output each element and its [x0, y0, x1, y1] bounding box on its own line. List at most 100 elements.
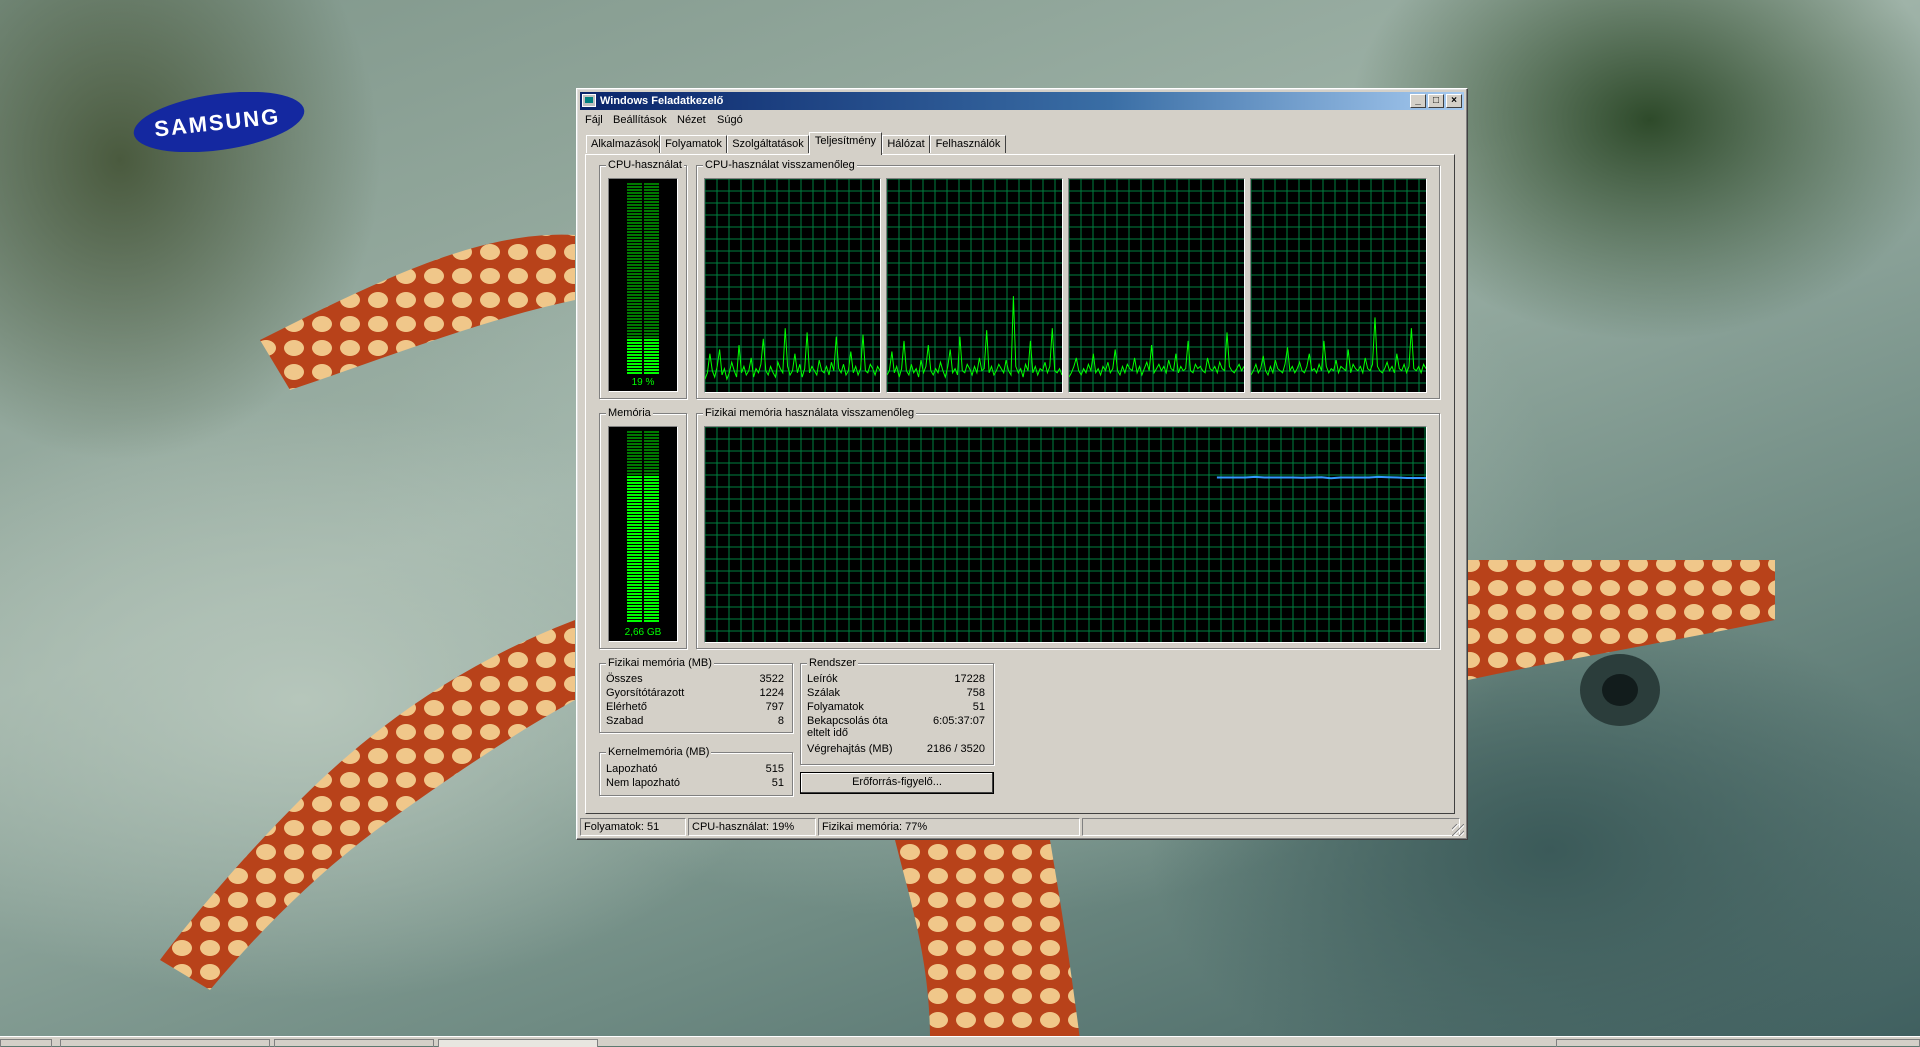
status-memory: Fizikai memória: 77% [818, 818, 1080, 836]
minimize-button[interactable]: _ [1410, 94, 1426, 108]
meter-segment [627, 587, 659, 589]
meter-cell [627, 440, 642, 442]
maximize-button[interactable]: □ [1428, 94, 1444, 108]
meter-cell [627, 518, 642, 520]
meter-cell [644, 192, 659, 194]
meter-cell [627, 608, 642, 610]
meter-segment [627, 195, 659, 197]
meter-cell [627, 533, 642, 535]
meter-cell [627, 351, 642, 353]
meter-segment [627, 560, 659, 562]
meter-cell [627, 252, 642, 254]
meter-cell [644, 464, 659, 466]
menu-view[interactable]: Nézet [674, 113, 709, 128]
kernel-memory-paged: Lapozható 515 [606, 763, 784, 775]
meter-cell [644, 437, 659, 439]
meter-cell [644, 572, 659, 574]
meter-segment [627, 599, 659, 601]
meter-segment [627, 533, 659, 535]
meter-cell [644, 479, 659, 481]
meter-cell [644, 509, 659, 511]
meter-cell [644, 476, 659, 478]
menu-options[interactable]: Beállítások [610, 113, 670, 128]
meter-cell [627, 282, 642, 284]
meter-cell [644, 243, 659, 245]
cpu-history-group: CPU-használat visszamenőleg [696, 159, 1440, 399]
meter-cell [627, 449, 642, 451]
meter-cell [644, 339, 659, 341]
meter-cell [644, 195, 659, 197]
kernel-memory-nonpaged: Nem lapozható 51 [606, 777, 784, 789]
tab-users[interactable]: Felhasználók [930, 135, 1006, 153]
meter-segment [627, 264, 659, 266]
tab-networking[interactable]: Hálózat [882, 135, 930, 153]
meter-cell [644, 312, 659, 314]
meter-cell [644, 434, 659, 436]
meter-cell [627, 617, 642, 619]
meter-segment [627, 518, 659, 520]
meter-cell [627, 318, 642, 320]
meter-cell [627, 521, 642, 523]
meter-cell [644, 452, 659, 454]
meter-cell [627, 222, 642, 224]
meter-segment [627, 608, 659, 610]
meter-segment [627, 503, 659, 505]
cpu-history-label: CPU-használat visszamenőleg [703, 159, 857, 171]
meter-cell [644, 542, 659, 544]
meter-segment [627, 452, 659, 454]
kernel-memory-group: Kernelmemória (MB) Lapozható 515 Nem lapo… [599, 746, 793, 796]
title-bar[interactable]: Windows Feladatkezelő _ □ × [580, 92, 1464, 110]
tab-performance[interactable]: Teljesítmény [809, 132, 882, 155]
meter-cell [627, 201, 642, 203]
meter-cell [627, 476, 642, 478]
resize-grip-icon[interactable] [1452, 824, 1464, 836]
meter-segment [627, 542, 659, 544]
tab-applications[interactable]: Alkalmazások [586, 135, 660, 153]
close-button[interactable]: × [1446, 94, 1462, 108]
meter-cell [644, 449, 659, 451]
meter-segment [627, 204, 659, 206]
meter-segment [627, 186, 659, 188]
meter-segment [627, 219, 659, 221]
meter-segment [627, 183, 659, 185]
meter-cell [644, 270, 659, 272]
meter-cell [627, 530, 642, 532]
meter-cell [644, 461, 659, 463]
meter-segment [627, 252, 659, 254]
meter-cell [644, 512, 659, 514]
meter-cell [627, 255, 642, 257]
meter-segment [627, 620, 659, 622]
status-empty [1082, 818, 1460, 836]
meter-segment [627, 470, 659, 472]
meter-segment [627, 372, 659, 374]
meter-segment [627, 357, 659, 359]
meter-cell [627, 354, 642, 356]
status-bar: Folyamatok: 51 CPU-használat: 19% Fizika… [580, 818, 1464, 836]
meter-segment [627, 291, 659, 293]
meter-segment [627, 249, 659, 251]
meter-segment [627, 276, 659, 278]
meter-segment [627, 306, 659, 308]
meter-segment [627, 473, 659, 475]
meter-cell [644, 198, 659, 200]
meter-cell [644, 183, 659, 185]
meter-segment [627, 321, 659, 323]
meter-cell [627, 437, 642, 439]
meter-cell [627, 431, 642, 433]
menu-help[interactable]: Súgó [714, 113, 746, 128]
meter-cell [627, 566, 642, 568]
tab-services[interactable]: Szolgáltatások [727, 135, 809, 153]
meter-segment [627, 512, 659, 514]
meter-segment [627, 545, 659, 547]
meter-cell [627, 315, 642, 317]
meter-cell [644, 267, 659, 269]
menu-file[interactable]: Fájl [582, 113, 606, 128]
meter-cell [644, 252, 659, 254]
meter-cell [644, 342, 659, 344]
meter-cell [644, 569, 659, 571]
meter-segment [627, 584, 659, 586]
meter-cell [627, 503, 642, 505]
resource-monitor-button[interactable]: Erőforrás-figyelő... [800, 772, 994, 794]
meter-cell [644, 485, 659, 487]
tab-processes[interactable]: Folyamatok [660, 135, 727, 153]
